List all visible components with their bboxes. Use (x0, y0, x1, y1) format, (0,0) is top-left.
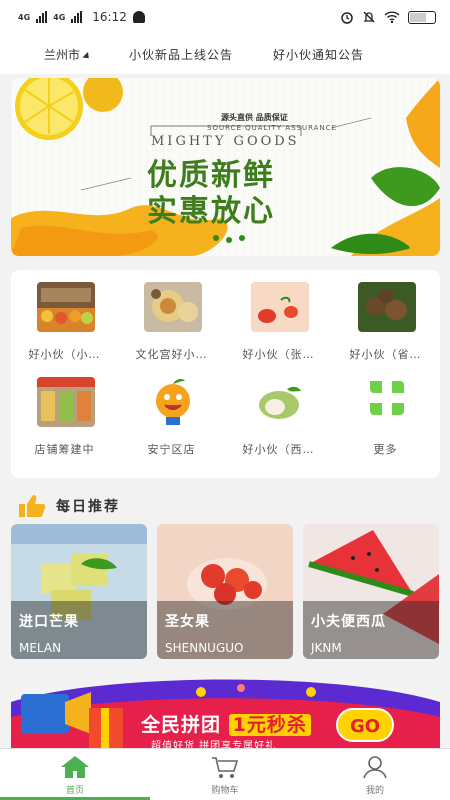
product-caption: 进口芒果 MELAN (11, 601, 147, 659)
product-card[interactable]: 圣女果 SHENNUGUO (157, 524, 293, 659)
notice-bar: 兰州市 小伙新品上线公告 好小伙通知公告 (0, 34, 450, 74)
kiwi-photo (358, 282, 416, 332)
home-icon (61, 756, 89, 778)
product-name-en: MELAN (19, 641, 62, 655)
category-item[interactable]: 安宁区店 (118, 365, 225, 459)
banner-tagline-en: SOURCE QUALITY ASSURANCE (207, 124, 338, 132)
category-label: 安宁区店 (147, 443, 196, 456)
daily-title: 每日推荐 (56, 499, 120, 515)
orange-mascot-icon (144, 377, 202, 427)
store-interior-photo (37, 377, 95, 427)
signal-2-label: 4G (53, 12, 66, 22)
category-label: 文化宫好小… (135, 348, 208, 361)
user-icon (363, 756, 387, 779)
hero-banner[interactable]: 源头直供 品质保证 SOURCE QUALITY ASSURANCE MIGHT… (11, 78, 440, 256)
tomato-photo (251, 282, 309, 332)
product-card[interactable]: 进口芒果 MELAN (11, 524, 147, 659)
city-selector[interactable]: 兰州市 (44, 46, 92, 63)
category-label: 好小伙（省… (349, 348, 422, 361)
wifi-icon (384, 11, 400, 24)
tab-profile[interactable]: 我的 (300, 749, 450, 800)
notice-item[interactable]: 好小伙通知公告 (273, 46, 364, 63)
notification-icon (132, 11, 145, 23)
category-label: 好小伙（西… (242, 443, 315, 456)
custard-apple-photo (251, 377, 309, 427)
product-name: 圣女果 (165, 614, 210, 630)
product-caption: 小夫便西瓜 JKNM (303, 601, 439, 659)
banner-headline-2: 实惠放心 (147, 194, 275, 229)
category-item[interactable]: 好小伙（西… (225, 365, 332, 459)
category-item[interactable]: 更多 (332, 365, 439, 459)
promo-title-highlight: 1元秒杀 (228, 714, 311, 736)
group-buy-promo-banner[interactable]: 全民拼团 1元秒杀 超值好货 拼团享专属好礼 GO (11, 672, 440, 750)
category-label: 好小伙（张… (242, 348, 315, 361)
tab-label: 首页 (65, 786, 84, 796)
tab-cart[interactable]: 购物车 (150, 749, 300, 800)
clover-more-icon (358, 377, 416, 427)
product-caption: 圣女果 SHENNUGUO (157, 601, 293, 659)
promo-title-prefix: 全民拼团 (141, 714, 222, 736)
promo-title: 全民拼团 1元秒杀 (141, 710, 311, 737)
daily-recommend-header: 每日推荐 (18, 494, 120, 518)
tab-label: 我的 (365, 786, 384, 796)
bottom-tab-bar: 首页 购物车 我的 (0, 748, 450, 800)
category-item[interactable]: 文化宫好小… (118, 270, 225, 364)
city-label: 兰州市 (44, 47, 81, 62)
category-item[interactable]: 好小伙（小… (11, 270, 118, 364)
cart-icon (212, 757, 239, 778)
signal-2-icon (71, 11, 83, 23)
product-name-en: JKNM (311, 641, 342, 655)
signal-1-label: 4G (18, 12, 31, 22)
category-label: 更多 (373, 443, 398, 456)
mute-icon (363, 11, 375, 23)
category-item[interactable]: 好小伙（省… (332, 270, 439, 364)
status-bar: 4G 4G 16:12 (0, 0, 450, 34)
battery-icon (408, 10, 436, 24)
clock: 16:12 (92, 10, 127, 24)
dropdown-arrow-icon (82, 51, 92, 61)
product-name: 进口芒果 (19, 614, 79, 630)
tab-home[interactable]: 首页 (0, 749, 150, 800)
thumbs-up-icon (19, 495, 46, 517)
tea-fruit-photo (144, 282, 202, 332)
go-button[interactable]: GO (336, 708, 394, 742)
banner-brand: MIGHTY GOODS (151, 134, 300, 149)
banner-tagline: 源头直供 品质保证 (221, 113, 288, 122)
fruit-shop-photo (37, 282, 95, 332)
category-label: 店铺筹建中 (34, 443, 95, 456)
category-grid: 好小伙（小… 文化宫好小… 好小伙（张… 好小伙（省… 店铺筹建中 安宁区店 好… (11, 270, 440, 478)
category-item[interactable]: 店铺筹建中 (11, 365, 118, 459)
notice-item[interactable]: 小伙新品上线公告 (129, 46, 233, 63)
category-item[interactable]: 好小伙（张… (225, 270, 332, 364)
product-card[interactable]: 小夫便西瓜 JKNM (303, 524, 439, 659)
category-label: 好小伙（小… (28, 348, 101, 361)
signal-1-icon (36, 11, 48, 23)
alarm-icon (341, 12, 353, 24)
product-name: 小夫便西瓜 (311, 614, 386, 630)
product-name-en: SHENNUGUO (165, 641, 244, 655)
tab-label: 购物车 (211, 786, 239, 796)
